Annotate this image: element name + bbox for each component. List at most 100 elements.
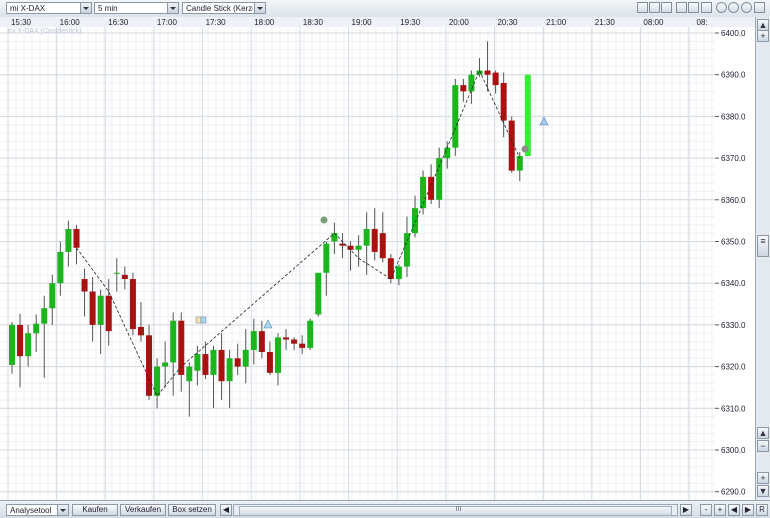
- analysis-tool-select[interactable]: Analysetool: [6, 504, 69, 516]
- price-axis-label: 6400.0: [721, 29, 746, 38]
- candle-body: [113, 272, 120, 274]
- time-axis-label: 15:30: [11, 18, 32, 27]
- nav-plus-button[interactable]: +: [714, 504, 726, 516]
- price-axis-label: 6370.0: [721, 154, 746, 163]
- chevron-down-icon[interactable]: [80, 3, 91, 13]
- candle-body: [57, 251, 64, 284]
- candle-body: [299, 343, 306, 348]
- chevron-down-icon[interactable]: [57, 505, 68, 515]
- candle-body: [460, 85, 467, 92]
- marker-box[interactable]: [200, 316, 207, 324]
- chart-type-select[interactable]: Candle Stick (Kerze: [182, 2, 266, 14]
- candle-body: [291, 339, 298, 344]
- candle-body: [234, 358, 241, 367]
- candle-body: [17, 324, 24, 357]
- zoom-in-button[interactable]: +: [757, 30, 769, 42]
- grid-icon[interactable]: [676, 2, 687, 13]
- price-axis-label: 6300.0: [721, 446, 746, 455]
- chevron-down-icon[interactable]: [167, 3, 178, 13]
- candle-body: [395, 266, 402, 280]
- chart-type-select-value: Candle Stick (Kerze: [186, 4, 253, 13]
- zoom-reset-button[interactable]: +: [757, 472, 769, 484]
- candle-body: [170, 320, 177, 363]
- instrument-select-value: mi X-DAX: [10, 4, 46, 13]
- price-axis-label: 6380.0: [721, 112, 746, 121]
- candle-body: [49, 283, 56, 309]
- nav-back-button[interactable]: ◀: [728, 504, 740, 516]
- candle-body: [524, 74, 531, 157]
- buy-button[interactable]: Kaufen: [72, 504, 118, 516]
- candle-body: [258, 331, 265, 353]
- candle-body: [403, 233, 410, 267]
- pencil-icon[interactable]: [637, 2, 648, 13]
- nav-forward-button[interactable]: ▶: [742, 504, 754, 516]
- vertical-scrollbar[interactable]: ▲ + ≡ ▲ − + ▼: [755, 17, 770, 500]
- time-axis-label: 19:30: [400, 18, 421, 27]
- marker-circle-grey[interactable]: [521, 145, 529, 153]
- candle-body: [484, 70, 491, 75]
- bottom-toolbar: Analysetool Kaufen Verkaufen Box setzen …: [0, 500, 770, 518]
- link-icon[interactable]: [661, 2, 672, 13]
- candlestick-chart[interactable]: 15:30 16:00 16:30 17:00 17:30 18:00 18:30 19:00…: [0, 17, 755, 500]
- horizontal-scrollbar[interactable]: III: [233, 504, 678, 516]
- box-set-button[interactable]: Box setzen: [168, 504, 216, 516]
- candle-body: [323, 243, 330, 273]
- candle-body: [226, 358, 233, 382]
- candle-body: [218, 349, 225, 382]
- marker-box[interactable]: [195, 316, 202, 324]
- time-axis-label: 18:30: [303, 18, 324, 27]
- candle-body: [250, 331, 257, 350]
- candle-body: [154, 366, 161, 396]
- candle-body: [307, 320, 314, 348]
- horizontal-scroll-thumb[interactable]: III: [239, 506, 672, 516]
- zoom-out-button[interactable]: −: [757, 440, 769, 452]
- settings-icon[interactable]: [728, 2, 739, 13]
- price-axis-label: 6390.0: [721, 71, 746, 80]
- sell-button[interactable]: Verkaufen: [120, 504, 166, 516]
- time-axis-label: 16:00: [60, 18, 81, 27]
- candle-body: [371, 228, 378, 252]
- interval-select[interactable]: 5 min: [94, 2, 179, 14]
- candle-body: [492, 72, 499, 86]
- close-icon[interactable]: [754, 2, 765, 13]
- time-axis-label: 17:30: [206, 18, 227, 27]
- price-axis-label: 6350.0: [721, 238, 746, 247]
- time-axis-label: 20:30: [497, 18, 518, 27]
- candle-body: [242, 349, 249, 367]
- candle-body: [274, 337, 281, 373]
- table-icon[interactable]: [688, 2, 699, 13]
- interval-select-value: 5 min: [98, 4, 118, 13]
- reset-button[interactable]: R: [756, 504, 768, 516]
- list-icon[interactable]: [701, 2, 712, 13]
- marker-circle-green[interactable]: [320, 216, 328, 224]
- scroll-right-button[interactable]: ▶: [680, 504, 692, 516]
- candle-body: [65, 228, 72, 252]
- candle-body: [73, 228, 80, 248]
- time-axis-label: 17:00: [157, 18, 178, 27]
- info-icon[interactable]: [741, 2, 752, 13]
- help-icon[interactable]: [716, 2, 727, 13]
- price-axis-label: 6340.0: [721, 279, 746, 288]
- lines-icon[interactable]: [649, 2, 660, 13]
- candle-body: [146, 335, 153, 396]
- candle-body: [266, 352, 273, 373]
- instrument-select[interactable]: mi X-DAX: [6, 2, 92, 14]
- time-axis-label: 18:00: [254, 18, 275, 27]
- price-axis-band: [715, 27, 755, 500]
- price-axis-label: 6310.0: [721, 404, 746, 413]
- candle-body: [283, 337, 290, 340]
- scroll-bottom-button[interactable]: ▼: [757, 485, 769, 497]
- time-axis: 15:30 16:00 16:30 17:00 17:30 18:00 18:30 19:00…: [11, 18, 708, 27]
- candle-body: [137, 326, 144, 336]
- scroll-thumb[interactable]: ≡: [757, 235, 769, 257]
- candle-body: [97, 295, 104, 325]
- price-axis-label: 6320.0: [721, 363, 746, 372]
- scroll-left-button[interactable]: ◀: [220, 504, 232, 516]
- candle-body: [412, 208, 418, 234]
- chevron-down-icon[interactable]: [254, 3, 265, 13]
- scroll-down-button[interactable]: ▲: [757, 427, 769, 439]
- nav-minus-button[interactable]: -: [700, 504, 712, 516]
- price-axis-label: 6360.0: [721, 196, 746, 205]
- time-axis-label: 20:00: [449, 18, 470, 27]
- candle-body: [355, 245, 362, 250]
